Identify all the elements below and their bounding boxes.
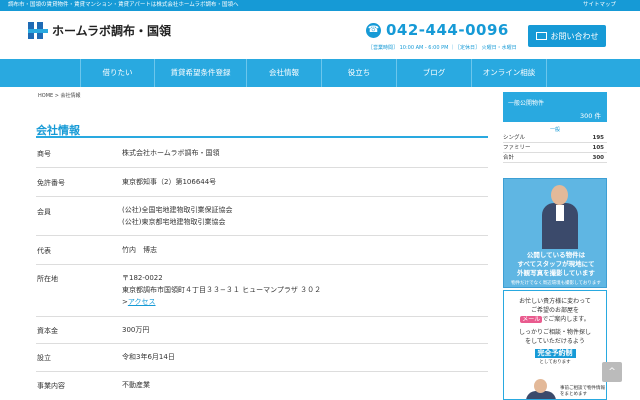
logo-icon xyxy=(28,22,48,39)
table-row: 所在地 〒182-0022 東京都調布市国領町４丁目３３−３１ ヒューマンプラザ… xyxy=(36,265,488,317)
listing-link[interactable]: 一般 xyxy=(503,126,607,133)
phone-icon: ☎ xyxy=(366,22,381,38)
row-key: 事業内容 xyxy=(37,382,65,390)
row-key: 代表 xyxy=(37,247,51,255)
access-row: >アクセス xyxy=(122,296,156,308)
nav-item-useful[interactable]: 役立ち xyxy=(322,59,397,87)
title-underline xyxy=(36,136,488,138)
listing-title: 一般公開物件 xyxy=(508,100,545,107)
staff-photo xyxy=(526,379,556,399)
nav-item-rent[interactable]: 借りたい xyxy=(80,59,155,87)
reservation-banner[interactable]: お忙しい貴方様に変わって ご希望のお部屋を メール でご案内します。 しっかりご相… xyxy=(503,290,607,400)
sidebar: 一般公開物件 300 件 一般 シングル 195 ファミリー 105 合計 30… xyxy=(503,92,607,163)
row-value: 令和3年6月14日 xyxy=(122,353,175,361)
staff-photo xyxy=(540,185,580,249)
phone-number[interactable]: ☎ 042-444-0096 xyxy=(366,21,509,39)
row-key: 所在地 xyxy=(37,275,58,283)
row-value: 300万円 xyxy=(122,326,150,334)
table-row: 設立 令和3年6月14日 xyxy=(36,344,488,372)
listing-row[interactable]: ファミリー 105 xyxy=(503,143,607,153)
nav-item-company[interactable]: 会社情報 xyxy=(247,59,322,87)
contact-button[interactable]: お問い合わせ xyxy=(528,25,606,47)
access-link[interactable]: アクセス xyxy=(128,298,156,306)
photo-banner[interactable]: 公開している物件は すべてスタッフが現地にて 外観写真を撮影しています 物件だけ… xyxy=(503,178,607,288)
nav-item-online[interactable]: オンライン相談 xyxy=(472,59,547,87)
row-value: 〒182-0022 xyxy=(122,274,163,282)
table-row: 代表 竹内 博志 xyxy=(36,236,488,265)
listing-label: 合計 xyxy=(503,155,515,161)
table-row: 免許番号 東京都知事（2）第106644号 xyxy=(36,168,488,197)
row-key: 商号 xyxy=(37,150,51,158)
listing-count-box[interactable]: 一般公開物件 300 件 xyxy=(503,92,607,122)
company-table: 商号 株式会社ホームラボ調布・国領 免許番号 東京都知事（2）第106644号 … xyxy=(36,140,488,400)
table-row: 事業内容 不動産業 xyxy=(36,372,488,400)
mail-highlight: メール xyxy=(520,316,543,323)
listing-label: シングル xyxy=(503,135,526,141)
header: ホームラボ調布・国領 ☎ 042-444-0096 ［営業時間］ 10:00 A… xyxy=(0,11,640,59)
row-key: 資本金 xyxy=(37,327,58,335)
phone-text: 042-444-0096 xyxy=(386,21,509,39)
row-key: 設立 xyxy=(37,354,51,362)
row-key: 免許番号 xyxy=(37,179,65,187)
logo[interactable]: ホームラボ調布・国領 xyxy=(28,22,171,39)
banner-tiny-text: 事前ご相談で物件情報をまとめます xyxy=(560,386,605,397)
row-value: (公社)東京都宅地建物取引業協会 xyxy=(122,218,226,226)
nav-item-blog[interactable]: ブログ xyxy=(397,59,472,87)
business-hours: ［営業時間］ 10:00 AM - 6:00 PM ｜［定休日］ 火曜日・水曜日 xyxy=(368,45,517,51)
listing-value: 300 xyxy=(592,155,604,161)
listing-row[interactable]: シングル 195 xyxy=(503,133,607,143)
banner-note: 物件だけでなく周辺環境も撮影しております xyxy=(511,281,601,286)
row-value: 株式会社ホームラボ調布・国領 xyxy=(122,149,220,157)
nav-item-register[interactable]: 賃貸希望条件登録 xyxy=(155,59,247,87)
listing-count: 300 件 xyxy=(580,112,601,120)
main-nav: 借りたい 賃貸希望条件登録 会社情報 役立ち ブログ オンライン相談 xyxy=(0,59,640,87)
reservation-badge: 完全予約制 xyxy=(534,349,576,358)
banner-text: 公開している物件は すべてスタッフが現地にて 外観写真を撮影しています xyxy=(517,251,595,277)
row-value: (公社)全国宅地建物取引業保証協会 xyxy=(122,206,233,214)
tagline: 調布市・国領の賃貸物件・賃貸マンション・賃貸アパートは株式会社ホームラボ調布・国… xyxy=(8,2,239,8)
banner-note: としております xyxy=(539,360,571,365)
row-value: 東京都知事（2）第106644号 xyxy=(122,178,217,186)
row-value: 東京都調布市国領町４丁目３３−３１ ヒューマンプラザ ３０２ xyxy=(122,286,322,294)
sitemap-link[interactable]: サイトマップ xyxy=(583,0,616,11)
back-to-top-button[interactable]: ^ xyxy=(602,362,622,382)
row-key: 会員 xyxy=(37,208,51,216)
table-row: 商号 株式会社ホームラボ調布・国領 xyxy=(36,140,488,168)
top-bar: 調布市・国領の賃貸物件・賃貸マンション・賃貸アパートは株式会社ホームラボ調布・国… xyxy=(0,0,640,11)
listing-value: 195 xyxy=(592,135,604,141)
listing-value: 105 xyxy=(592,145,604,151)
listing-label: ファミリー xyxy=(503,145,531,151)
listing-row[interactable]: 合計 300 xyxy=(503,153,607,163)
table-row: 会員 (公社)全国宅地建物取引業保証協会 (公社)東京都宅地建物取引業協会 xyxy=(36,197,488,236)
table-row: 資本金 300万円 xyxy=(36,317,488,344)
row-value: 不動産業 xyxy=(122,381,150,389)
breadcrumb[interactable]: HOME > 会社情報 xyxy=(38,92,81,99)
logo-text: ホームラボ調布・国領 xyxy=(52,24,172,38)
banner-text-2: しっかりご相談・物件探し をしていただけるよう 完全予約制 xyxy=(518,329,591,358)
row-value: 竹内 博志 xyxy=(122,246,157,254)
contact-label: お問い合わせ xyxy=(550,31,599,41)
banner-text: お忙しい貴方様に変わって ご希望のお部屋を メール でご案内します。 xyxy=(519,298,591,323)
mail-icon xyxy=(535,32,547,40)
